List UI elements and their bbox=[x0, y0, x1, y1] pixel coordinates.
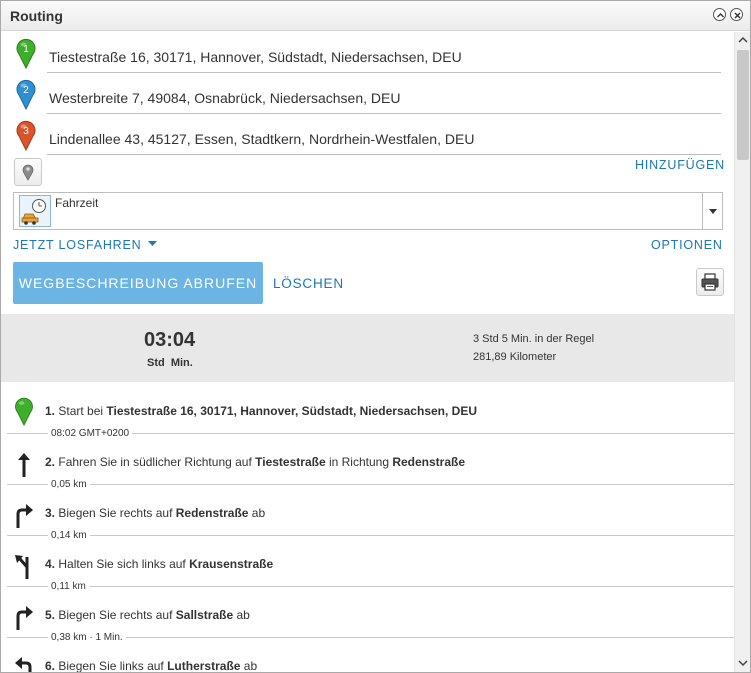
step-text: 5. Biegen Sie rechts auf Sallstraße ab bbox=[45, 608, 250, 622]
close-icon[interactable] bbox=[730, 8, 743, 21]
street-name: Tiestestraße bbox=[255, 455, 326, 469]
direction-step[interactable]: 4. Halten Sie sich links auf Krausenstra… bbox=[1, 553, 734, 604]
travel-time: 03:04 bbox=[144, 329, 196, 351]
routing-window: Routing 1 Tiestestraße 16, 30171, Hannov… bbox=[0, 0, 751, 673]
step-instruction: Biegen Sie links auf bbox=[58, 659, 168, 673]
keep-left-icon bbox=[12, 553, 36, 581]
step-instruction: Fahren Sie in südlicher Richtung auf bbox=[58, 455, 256, 469]
step-number: 2. bbox=[45, 455, 56, 469]
street-name: Redenstraße bbox=[175, 506, 249, 520]
street-name: Sallstraße bbox=[175, 608, 234, 622]
caret-down-icon bbox=[147, 241, 157, 246]
direction-step[interactable]: 2. Fahren Sie in südlicher Richtung auf … bbox=[1, 451, 734, 502]
step-meta: 0,14 km bbox=[48, 530, 90, 541]
routing-panel: 1 Tiestestraße 16, 30171, Hannover, Süds… bbox=[1, 32, 734, 673]
step-text: 4. Halten Sie sich links auf Krausenstra… bbox=[45, 557, 273, 571]
step-instruction: ab bbox=[248, 506, 266, 520]
step-text: 3. Biegen Sie rechts auf Redenstraße ab bbox=[45, 506, 265, 520]
typical-duration: 3 Std 5 Min. in der Regel bbox=[473, 333, 595, 345]
step-meta: 0,38 km · 1 Min. bbox=[48, 632, 126, 643]
step-text: 2. Fahren Sie in südlicher Richtung auf … bbox=[45, 455, 465, 469]
street-name: Krausenstraße bbox=[189, 557, 274, 571]
clear-button[interactable]: LÖSCHEN bbox=[273, 276, 344, 291]
print-button[interactable] bbox=[696, 268, 724, 296]
start-pin-icon bbox=[12, 396, 36, 427]
scrollbar[interactable] bbox=[734, 32, 750, 672]
direction-step[interactable]: 1. Start bei Tiestestraße 16, 30171, Han… bbox=[1, 397, 734, 451]
add-waypoint-link[interactable]: HINZUFÜGEN bbox=[635, 158, 725, 172]
turn-right-icon bbox=[12, 502, 36, 530]
route-distance: 281,89 Kilometer bbox=[473, 351, 557, 363]
waypoint-address[interactable]: Tiestestraße 16, 30171, Hannover, Südsta… bbox=[49, 49, 721, 65]
step-number: 6. bbox=[45, 659, 56, 673]
waypoint-number: 2 bbox=[23, 85, 29, 96]
step-instruction: Start bei bbox=[58, 404, 107, 418]
street-name: Tiestestraße 16, 30171, Hannover, Südsta… bbox=[106, 404, 477, 418]
step-number: 3. bbox=[45, 506, 56, 520]
turn-left-icon bbox=[12, 655, 36, 672]
step-meta: 0,11 km bbox=[48, 581, 89, 592]
step-instruction: Biegen Sie rechts auf bbox=[58, 608, 176, 622]
step-instruction: ab bbox=[240, 659, 258, 673]
step-text: 1. Start bei Tiestestraße 16, 30171, Han… bbox=[45, 404, 477, 418]
waypoint-number: 3 bbox=[23, 126, 29, 137]
scroll-down-icon[interactable] bbox=[738, 658, 748, 668]
street-name: Lutherstraße bbox=[167, 659, 241, 673]
waypoint-address[interactable]: Lindenallee 43, 45127, Essen, Stadtkern,… bbox=[49, 131, 721, 147]
direction-step[interactable]: 3. Biegen Sie rechts auf Redenstraße ab 0… bbox=[1, 502, 734, 553]
step-meta: 08:02 GMT+0200 bbox=[48, 428, 133, 439]
divider bbox=[47, 154, 721, 155]
step-number: 1. bbox=[45, 404, 56, 418]
direction-step[interactable]: 5. Biegen Sie rechts auf Sallstraße ab 0,… bbox=[1, 604, 734, 655]
step-instruction: ab bbox=[233, 608, 250, 622]
depart-now-label: JETZT LOSFAHREN bbox=[13, 238, 142, 252]
step-instruction: Biegen Sie rechts auf bbox=[58, 506, 176, 520]
waypoint-number: 1 bbox=[23, 44, 29, 55]
direction-step[interactable]: 6. Biegen Sie links auf Lutherstraße ab bbox=[1, 655, 734, 673]
turn-right-icon bbox=[12, 604, 36, 632]
printer-icon bbox=[701, 273, 719, 291]
travel-time-units: Std Min. bbox=[147, 357, 193, 369]
chevron-down-icon bbox=[709, 209, 717, 214]
pin-icon bbox=[22, 164, 34, 181]
window-title: Routing bbox=[10, 8, 63, 24]
collapse-icon[interactable] bbox=[713, 8, 726, 21]
scroll-up-icon[interactable] bbox=[738, 35, 748, 45]
dropdown-button[interactable] bbox=[702, 193, 722, 229]
title-bar: Routing bbox=[1, 1, 750, 31]
route-mode-value: Fahrzeit bbox=[55, 196, 99, 210]
divider bbox=[47, 113, 721, 114]
drive-time-icon bbox=[19, 195, 51, 227]
divider bbox=[47, 72, 721, 73]
add-pin-button[interactable] bbox=[14, 158, 42, 186]
waypoint-pin-icon: 2 bbox=[16, 79, 36, 110]
street-name: Redenstraße bbox=[392, 455, 466, 469]
route-mode-select[interactable]: Fahrzeit bbox=[13, 192, 723, 230]
step-instruction: Halten Sie sich links auf bbox=[58, 557, 190, 571]
get-directions-button[interactable]: WEGBESCHREIBUNG ABRUFEN bbox=[13, 262, 263, 304]
route-summary: 03:04 Std Min. 3 Std 5 Min. in der Regel… bbox=[1, 314, 734, 382]
depart-now-dropdown[interactable]: JETZT LOSFAHREN bbox=[13, 238, 157, 252]
step-number: 5. bbox=[45, 608, 56, 622]
arrow-straight-icon bbox=[12, 451, 36, 479]
step-number: 4. bbox=[45, 557, 56, 571]
waypoint-pin-icon: 3 bbox=[16, 120, 36, 151]
scrollbar-thumb[interactable] bbox=[737, 50, 749, 160]
step-divider bbox=[7, 535, 734, 536]
step-instruction: in Richtung bbox=[325, 455, 393, 469]
step-divider bbox=[7, 484, 734, 485]
waypoint-address[interactable]: Westerbreite 7, 49084, Osnabrück, Nieder… bbox=[49, 90, 721, 106]
step-meta: 0,05 km bbox=[48, 479, 90, 490]
options-link[interactable]: OPTIONEN bbox=[651, 238, 723, 252]
step-text: 6. Biegen Sie links auf Lutherstraße ab bbox=[45, 659, 258, 673]
waypoint-pin-icon: 1 bbox=[16, 38, 36, 69]
step-divider bbox=[7, 586, 734, 587]
